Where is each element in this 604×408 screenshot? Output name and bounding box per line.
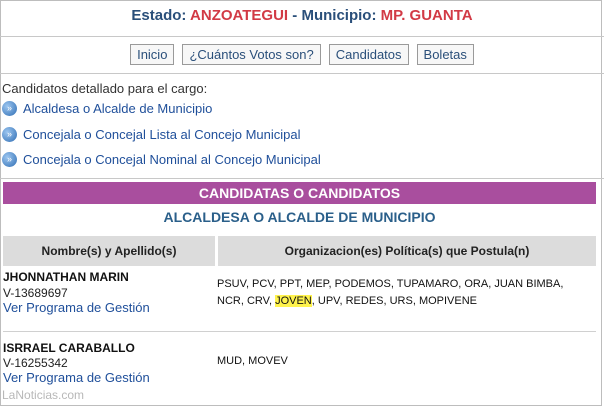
header-dash: -: [292, 7, 298, 24]
cargo-link-concejal-lista[interactable]: » Concejala o Concejal Lista al Concejo M…: [2, 126, 301, 146]
cargo-link-label: Concejala o Concejal Lista al Concejo Mu…: [23, 127, 301, 143]
orgs-text: , UPV, REDES, URS, MOPIVENE: [311, 295, 478, 307]
candidate-name: ISRRAEL CARABALLO: [3, 341, 135, 355]
estado-value: ANZOATEGUI: [190, 7, 289, 24]
candidate-id: V-16255342: [3, 356, 68, 370]
ver-programa-link[interactable]: Ver Programa de Gestión: [3, 370, 150, 385]
divider: [0, 73, 604, 74]
cargo-link-label: Concejala o Concejal Nominal al Concejo …: [23, 152, 321, 168]
candidate-name: JHONNATHAN MARIN: [3, 270, 129, 284]
page-header: Estado: ANZOATEGUI - Municipio: MP. GUAN…: [0, 0, 604, 32]
nav-cuantos-votos-button[interactable]: ¿Cuántos Votos son?: [182, 44, 321, 65]
column-header-name: Nombre(s) y Apellido(s): [3, 236, 215, 266]
orgs-text: NCR, CRV,: [217, 295, 276, 307]
arrow-bullet-icon: »: [2, 101, 17, 117]
divider: [0, 178, 604, 179]
arrow-bullet-icon: »: [2, 152, 17, 168]
nav-boletas-button[interactable]: Boletas: [416, 44, 474, 65]
divider: [0, 36, 604, 37]
estado-label: Estado:: [131, 7, 187, 24]
watermark: LaNoticias.com: [2, 388, 85, 402]
highlighted-org: JOVEN: [275, 295, 312, 307]
candidate-id: V-13689697: [3, 286, 68, 300]
column-header-orgs: Organizacion(es) Política(s) que Postula…: [218, 236, 596, 266]
ver-programa-link[interactable]: Ver Programa de Gestión: [3, 300, 150, 315]
cargo-link-concejal-nominal[interactable]: » Concejala o Concejal Nominal al Concejo…: [2, 151, 321, 171]
arrow-bullet-icon: »: [2, 127, 17, 143]
section-banner: CANDIDATAS O CANDIDATOS: [3, 182, 596, 204]
cargo-link-label: Alcaldesa o Alcalde de Municipio: [23, 101, 213, 117]
nav-inicio-button[interactable]: Inicio: [130, 44, 175, 65]
orgs-line: MUD, MOVEV: [217, 355, 288, 367]
orgs-line: PSUV, PCV, PPT, MEP, PODEMOS, TUPAMARO, …: [217, 278, 564, 290]
candidate-orgs: PSUV, PCV, PPT, MEP, PODEMOS, TUPAMARO, …: [217, 276, 587, 310]
detail-title: Candidatos detallado para el cargo:: [2, 81, 208, 96]
row-divider: [3, 331, 596, 332]
municipio-value: MP. GUANTA: [380, 7, 473, 24]
orgs-line: NCR, CRV, JOVEN, UPV, REDES, URS, MOPIVE…: [217, 293, 587, 310]
section-subtitle: ALCALDESA O ALCALDE DE MUNICIPIO: [163, 209, 436, 225]
municipio-label: Municipio:: [301, 7, 377, 24]
table-header: Nombre(s) y Apellido(s) Organizacion(es)…: [3, 236, 596, 266]
candidate-orgs: MUD, MOVEV: [217, 353, 587, 370]
cargo-link-alcalde[interactable]: » Alcaldesa o Alcalde de Municipio: [2, 100, 212, 120]
nav-bar: Inicio ¿Cuántos Votos son? Candidatos Bo…: [0, 44, 604, 65]
nav-candidatos-button[interactable]: Candidatos: [328, 44, 409, 65]
